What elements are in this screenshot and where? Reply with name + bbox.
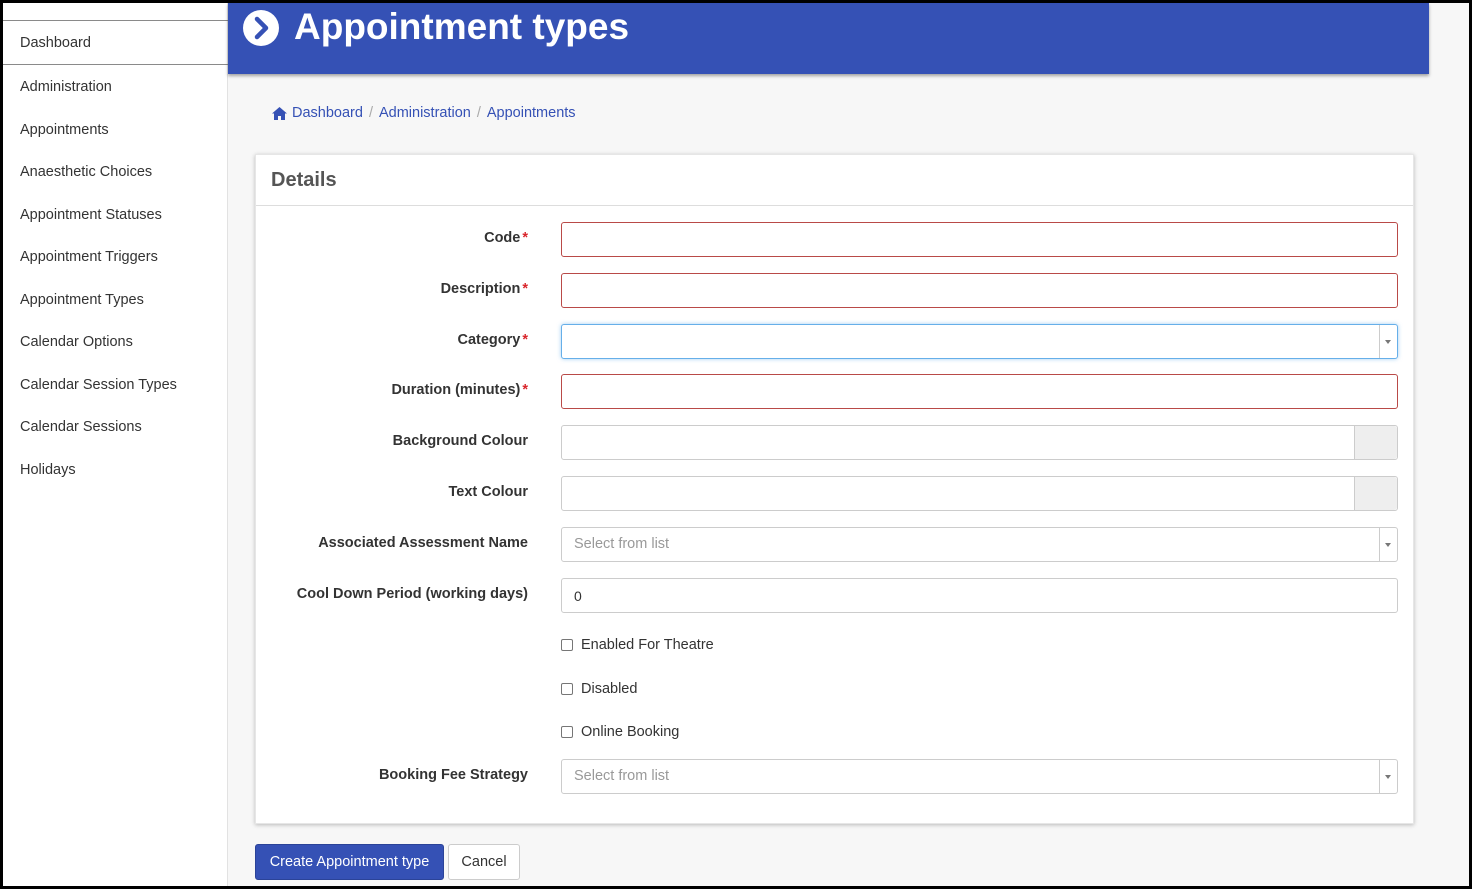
breadcrumb-dashboard[interactable]: Dashboard bbox=[292, 105, 363, 121]
booking-fee-select[interactable]: Select from list bbox=[561, 759, 1398, 794]
code-input[interactable] bbox=[561, 222, 1398, 257]
sidebar-divider bbox=[3, 20, 228, 21]
caret-down-icon bbox=[1385, 543, 1391, 547]
breadcrumb-administration[interactable]: Administration bbox=[379, 105, 471, 121]
category-select[interactable] bbox=[561, 324, 1398, 359]
text-colour-swatch[interactable] bbox=[1354, 477, 1397, 510]
card-divider bbox=[256, 205, 1413, 206]
enabled-for-theatre-checkbox[interactable]: Enabled For Theatre bbox=[561, 637, 714, 653]
duration-label: Duration (minutes) * bbox=[391, 382, 528, 398]
code-label-text: Code bbox=[484, 230, 521, 246]
caret-down-icon bbox=[1385, 340, 1391, 344]
required-marker: * bbox=[522, 332, 528, 348]
details-card: Details Code * Description * Category * Dur… bbox=[255, 154, 1414, 824]
main-content: Appointment types Dashboard / Administra… bbox=[228, 3, 1469, 886]
text-colour-label: Text Colour bbox=[448, 484, 528, 500]
sidebar-divider bbox=[3, 64, 228, 65]
sidebar-item-calendar-session-types[interactable]: Calendar Session Types bbox=[20, 377, 177, 393]
online-booking-label: Online Booking bbox=[581, 724, 680, 740]
sidebar-item-calendar-options[interactable]: Calendar Options bbox=[20, 334, 133, 350]
sidebar-item-holidays[interactable]: Holidays bbox=[20, 462, 76, 478]
sidebar-item-administration[interactable]: Administration bbox=[20, 79, 112, 95]
page-header: Appointment types bbox=[228, 3, 1429, 74]
description-label: Description * bbox=[441, 281, 528, 297]
dropdown-toggle[interactable] bbox=[1379, 760, 1397, 793]
category-label: Category * bbox=[457, 332, 528, 348]
sidebar-item-appointment-triggers[interactable]: Appointment Triggers bbox=[20, 249, 158, 265]
assessment-select[interactable]: Select from list bbox=[561, 527, 1398, 562]
disabled-label: Disabled bbox=[581, 681, 638, 697]
background-colour-swatch[interactable] bbox=[1354, 426, 1397, 459]
category-label-text: Category bbox=[457, 332, 521, 348]
description-label-text: Description bbox=[440, 281, 521, 297]
breadcrumb-separator: / bbox=[368, 105, 373, 121]
description-input[interactable] bbox=[561, 273, 1398, 308]
text-colour-input[interactable] bbox=[561, 476, 1398, 511]
required-marker: * bbox=[522, 382, 528, 398]
caret-down-icon bbox=[1385, 775, 1391, 779]
sidebar-item-dashboard[interactable]: Dashboard bbox=[20, 35, 91, 51]
sidebar-item-anaesthetic-choices[interactable]: Anaesthetic Choices bbox=[20, 164, 152, 180]
duration-label-text: Duration (minutes) bbox=[391, 382, 521, 398]
breadcrumb-appointments[interactable]: Appointments bbox=[487, 105, 576, 121]
home-icon[interactable] bbox=[271, 106, 288, 121]
card-title: Details bbox=[271, 169, 337, 191]
online-booking-checkbox[interactable]: Online Booking bbox=[561, 724, 679, 740]
code-label: Code * bbox=[484, 230, 528, 246]
sidebar-item-appointment-types[interactable]: Appointment Types bbox=[20, 292, 144, 308]
background-colour-input[interactable] bbox=[561, 425, 1398, 460]
breadcrumb: Dashboard / Administration / Appointment… bbox=[271, 105, 576, 121]
assessment-placeholder: Select from list bbox=[574, 536, 670, 552]
assessment-label: Associated Assessment Name bbox=[318, 535, 528, 551]
sidebar-item-calendar-sessions[interactable]: Calendar Sessions bbox=[20, 419, 142, 435]
disabled-checkbox[interactable]: Disabled bbox=[561, 681, 637, 697]
required-marker: * bbox=[522, 281, 528, 297]
create-appointment-type-button[interactable]: Create Appointment type bbox=[255, 844, 444, 880]
booking-fee-placeholder: Select from list bbox=[574, 768, 670, 784]
cool-down-label: Cool Down Period (working days) bbox=[296, 586, 528, 602]
cancel-button[interactable]: Cancel bbox=[448, 844, 520, 880]
dropdown-toggle[interactable] bbox=[1379, 528, 1397, 561]
duration-input[interactable] bbox=[561, 374, 1398, 409]
booking-fee-label: Booking Fee Strategy bbox=[378, 767, 528, 783]
sidebar: Dashboard Administration Appointments An… bbox=[3, 3, 228, 886]
background-colour-label: Background Colour bbox=[392, 433, 528, 449]
sidebar-item-appointments[interactable]: Appointments bbox=[20, 122, 109, 138]
enabled-for-theatre-label: Enabled For Theatre bbox=[581, 637, 714, 653]
required-marker: * bbox=[522, 230, 528, 246]
checkbox-box[interactable] bbox=[561, 639, 573, 651]
sidebar-item-appointment-statuses[interactable]: Appointment Statuses bbox=[20, 207, 162, 223]
cool-down-input[interactable] bbox=[561, 578, 1398, 613]
chevron-right-circle-icon bbox=[243, 10, 279, 46]
checkbox-box[interactable] bbox=[561, 683, 573, 695]
dropdown-toggle[interactable] bbox=[1379, 325, 1397, 358]
checkbox-box[interactable] bbox=[561, 726, 573, 738]
breadcrumb-separator: / bbox=[476, 105, 481, 121]
page-title: Appointment types bbox=[294, 6, 630, 47]
